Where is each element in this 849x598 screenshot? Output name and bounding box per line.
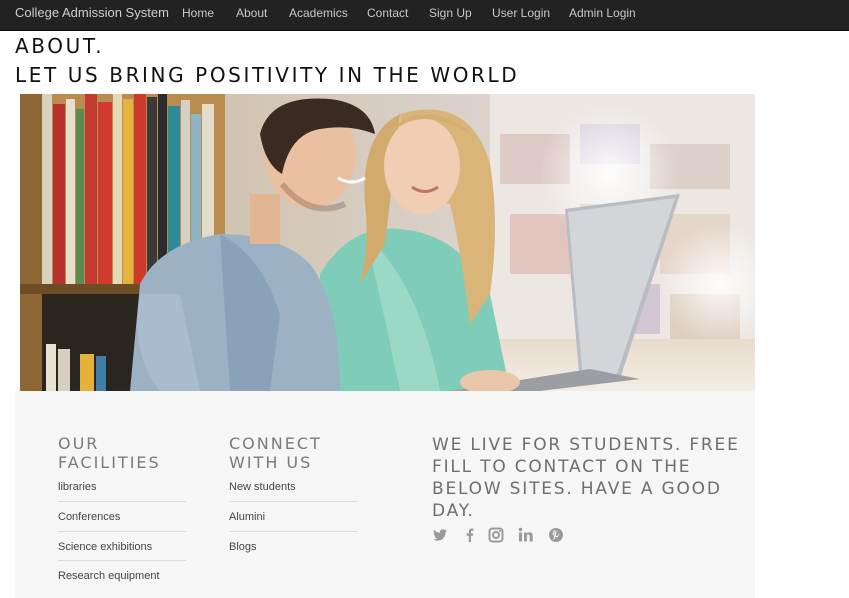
nav-link-admin-login[interactable]: Admin Login bbox=[569, 0, 636, 28]
facilities-title: OUR FACILITIES bbox=[58, 434, 161, 472]
nav-link-sign-up[interactable]: Sign Up bbox=[429, 0, 472, 28]
connect-link-alumni[interactable]: Alumini bbox=[229, 511, 265, 523]
twitter-icon[interactable] bbox=[432, 527, 448, 543]
facilities-title-line2: FACILITIES bbox=[58, 453, 161, 472]
connect-title-line1: CONNECT bbox=[229, 434, 322, 453]
instagram-icon[interactable] bbox=[488, 527, 504, 543]
divider bbox=[58, 501, 186, 502]
page-subtitle: LET US BRING POSITIVITY IN THE WORLD bbox=[15, 63, 520, 87]
connect-link-new-students[interactable]: New students bbox=[229, 481, 296, 493]
nav-link-contact[interactable]: Contact bbox=[367, 0, 408, 28]
page-title: ABOUT. bbox=[15, 34, 105, 58]
nav-link-about[interactable]: About bbox=[236, 0, 267, 28]
connect-title-line2: WITH US bbox=[229, 453, 313, 472]
footer: OUR FACILITIES libraries Conferences Sci… bbox=[15, 391, 755, 598]
nav-link-user-login[interactable]: User Login bbox=[492, 0, 550, 28]
divider bbox=[58, 531, 186, 532]
navbar: College Admission System Home About Acad… bbox=[0, 0, 849, 31]
facility-link-libraries[interactable]: libraries bbox=[58, 481, 97, 493]
facebook-icon[interactable] bbox=[462, 527, 478, 543]
connect-title: CONNECT WITH US bbox=[229, 434, 322, 472]
divider bbox=[229, 531, 357, 532]
footer-tagline: WE LIVE FOR STUDENTS. FREE FILL TO CONTA… bbox=[432, 435, 740, 521]
facility-link-science-exhibitions[interactable]: Science exhibitions bbox=[58, 541, 152, 553]
nav-link-academics[interactable]: Academics bbox=[289, 0, 348, 28]
facilities-title-line1: OUR bbox=[58, 434, 100, 453]
facility-link-research-equipment[interactable]: Research equipment bbox=[58, 570, 160, 582]
hero-image bbox=[20, 94, 755, 391]
pinterest-icon[interactable] bbox=[548, 527, 564, 543]
brand-link[interactable]: College Admission System bbox=[15, 0, 169, 28]
nav-link-home[interactable]: Home bbox=[182, 0, 214, 28]
linkedin-icon[interactable] bbox=[518, 527, 534, 543]
divider bbox=[229, 501, 357, 502]
connect-link-blogs[interactable]: Blogs bbox=[229, 541, 257, 553]
divider bbox=[58, 560, 186, 561]
facility-link-conferences[interactable]: Conferences bbox=[58, 511, 120, 523]
